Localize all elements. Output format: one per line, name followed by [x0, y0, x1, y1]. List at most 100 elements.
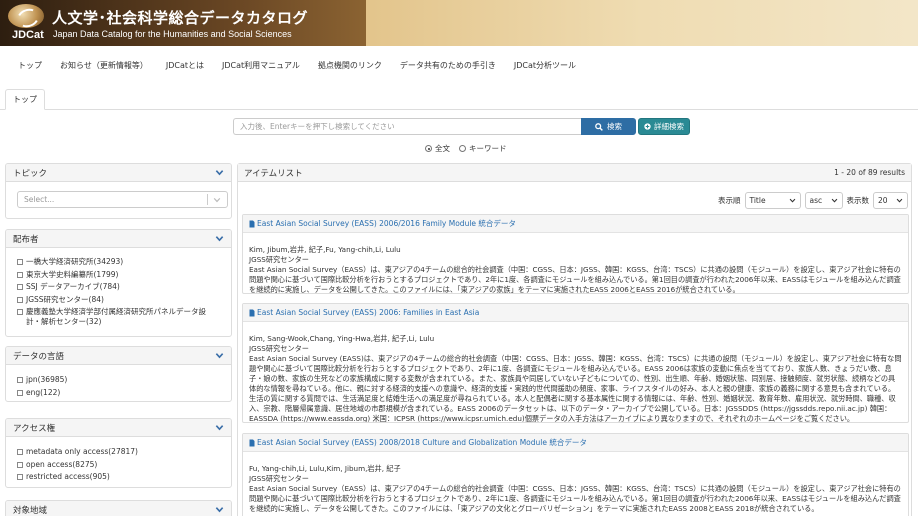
result-item-title[interactable]: East Asian Social Survey (EASS) 2006/201…: [243, 215, 908, 233]
advanced-search-label: 詳細検索: [654, 122, 684, 131]
checkbox[interactable]: [17, 296, 23, 303]
facet-item[interactable]: 一橋大学経済研究所(34293): [17, 257, 220, 267]
facet-item[interactable]: SSJ データアーカイブ(784): [17, 282, 220, 292]
result-item: East Asian Social Survey (EASS) 2006: Fa…: [242, 303, 909, 423]
result-item: East Asian Social Survey (EASS) 2008/201…: [242, 433, 909, 516]
checkbox[interactable]: [17, 449, 23, 455]
facet-access-header[interactable]: アクセス権: [6, 419, 231, 437]
per-page-value: 20: [878, 196, 888, 205]
result-title-link[interactable]: East Asian Social Survey (EASS) 2006: Fa…: [257, 308, 479, 317]
nav-news[interactable]: お知らせ（更新情報等）: [60, 60, 148, 71]
chevron-down-icon: [831, 198, 837, 203]
chevron-down-icon: [215, 170, 224, 176]
advanced-search-button[interactable]: 詳細検索: [638, 118, 690, 135]
sort-field-select[interactable]: Title: [744, 192, 801, 209]
nav-guide[interactable]: データ共有のための手引き: [400, 60, 496, 71]
facet-item-label: jpn(36985): [26, 375, 68, 384]
result-title-link[interactable]: East Asian Social Survey (EASS) 2008/201…: [257, 437, 587, 448]
results-header: アイテムリスト 1 - 20 of 89 results: [238, 164, 911, 182]
facet-topic-header[interactable]: トピック: [6, 164, 231, 182]
facet-region-title: 対象地域: [13, 505, 48, 516]
results-title: アイテムリスト: [244, 168, 303, 179]
results-panel: アイテムリスト 1 - 20 of 89 results 表示順 Title a…: [237, 163, 912, 516]
facet-language-title: データの言語: [13, 351, 65, 362]
facet-topic-title: トピック: [13, 168, 48, 179]
radio-fulltext-dot[interactable]: [425, 145, 432, 152]
facet-access: アクセス権 metadata only access(27817) open a…: [5, 418, 232, 488]
checkbox[interactable]: [17, 389, 23, 396]
facet-item-label: metadata only access(27817): [26, 447, 138, 456]
nav-about[interactable]: JDCatとは: [166, 60, 204, 71]
facet-distributor: 配布者 一橋大学経済研究所(34293) 東京大学史料編纂所(1799) SSJ…: [5, 229, 232, 337]
facet-item-label: 東京大学史料編纂所(1799): [26, 269, 119, 279]
search-button[interactable]: 検索: [581, 118, 636, 135]
checkbox[interactable]: [17, 271, 23, 278]
facet-item[interactable]: metadata only access(27817): [17, 447, 220, 457]
site-banner: JDCat 人文学･社会科学総合データカタログ Japan Data Catal…: [0, 0, 918, 46]
search-mode: 全文 キーワード: [425, 143, 507, 154]
facet-topic: トピック Select...: [5, 163, 232, 219]
chevron-down-icon: [213, 197, 221, 202]
per-page-select[interactable]: 20: [873, 192, 908, 209]
result-description: East Asian Social Survey（EASS）は、東アジアの4チー…: [249, 484, 901, 513]
document-icon: [249, 439, 255, 446]
site-title: 人文学･社会科学総合データカタログ: [52, 9, 309, 27]
radio-keyword-dot[interactable]: [459, 145, 466, 152]
tab-top[interactable]: トップ: [5, 89, 45, 110]
chevron-down-icon: [896, 198, 903, 203]
facet-item-label: 慶應義塾大学経済学部付属経済研究所パネルデータ設計・解析センター(32): [26, 307, 206, 326]
facet-item-label: 一橋大学経済研究所(34293): [26, 257, 124, 266]
results-count: 1 - 20 of 89 results: [834, 168, 905, 177]
sort-field-value: Title: [749, 196, 766, 205]
result-publisher: JGSS研究センター: [249, 474, 309, 483]
checkbox[interactable]: [17, 461, 23, 468]
checkbox[interactable]: [17, 377, 23, 383]
facet-item-label: restricted access(905): [26, 472, 110, 481]
result-authors: Fu, Yang-chih,Li, Lulu,Kim, Jibum,岩井, 紀子: [249, 464, 401, 473]
nav-top[interactable]: トップ: [18, 60, 42, 71]
checkbox[interactable]: [17, 474, 23, 480]
logo[interactable]: JDCat 人文学･社会科学総合データカタログ Japan Data Catal…: [0, 0, 366, 46]
facet-item[interactable]: 東京大学史料編纂所(1799): [17, 270, 220, 280]
nav-manual[interactable]: JDCat利用マニュアル: [222, 60, 300, 71]
facet-region-header[interactable]: 対象地域: [6, 501, 231, 516]
select-separator: [207, 194, 208, 205]
result-publisher: JGSS研究センター: [249, 255, 309, 264]
nav-analysis[interactable]: JDCat分析ツール: [514, 60, 576, 71]
facet-region: 対象地域: [5, 500, 232, 516]
facet-item[interactable]: open access(8275): [17, 460, 220, 470]
facet-item[interactable]: 慶應義塾大学経済学部付属経済研究所パネルデータ設計・解析センター(32): [17, 307, 220, 326]
checkbox[interactable]: [17, 284, 23, 290]
main-nav: トップ お知らせ（更新情報等） JDCatとは JDCat利用マニュアル 拠点機…: [0, 52, 918, 78]
chevron-down-icon: [215, 507, 224, 513]
sort-order-label: 表示順: [718, 196, 741, 205]
checkbox[interactable]: [17, 309, 23, 315]
logo-jdcat-text: JDCat: [12, 29, 44, 41]
sort-direction-select[interactable]: asc: [804, 192, 843, 209]
nav-links[interactable]: 拠点機関のリンク: [318, 60, 382, 71]
radio-fulltext[interactable]: 全文: [425, 143, 450, 154]
topic-select[interactable]: Select...: [17, 191, 228, 208]
sort-direction-value: asc: [809, 196, 823, 205]
facet-item[interactable]: eng(122): [17, 388, 220, 398]
facet-access-title: アクセス権: [13, 423, 56, 434]
sort-bar: 表示順 Title asc 表示数 20: [718, 192, 908, 209]
result-item-title[interactable]: East Asian Social Survey (EASS) 2008/201…: [243, 434, 908, 452]
facet-item[interactable]: restricted access(905): [17, 472, 220, 482]
result-item: East Asian Social Survey (EASS) 2006/201…: [242, 214, 909, 294]
facet-item[interactable]: JGSS研究センター(84): [17, 295, 220, 305]
chevron-down-icon: [215, 425, 224, 431]
facet-language-header[interactable]: データの言語: [6, 347, 231, 365]
facet-distributor-header[interactable]: 配布者: [6, 230, 231, 248]
result-description: East Asian Social Survey（EASS）は、東アジアの4チー…: [249, 265, 901, 294]
facet-item-label: eng(122): [26, 387, 61, 397]
radio-keyword[interactable]: キーワード: [459, 143, 507, 154]
checkbox[interactable]: [17, 259, 23, 265]
search-input[interactable]: [233, 118, 581, 135]
result-item-title[interactable]: East Asian Social Survey (EASS) 2006: Fa…: [243, 304, 908, 322]
facet-distributor-title: 配布者: [13, 234, 39, 245]
result-title-link[interactable]: East Asian Social Survey (EASS) 2006/201…: [257, 218, 516, 229]
result-authors: Kim, Jibum,岩井, 紀子,Fu, Yang-chih,Li, Lulu: [249, 245, 401, 254]
facet-item[interactable]: jpn(36985): [17, 375, 220, 385]
facet-item-label: open access(8275): [26, 459, 98, 469]
